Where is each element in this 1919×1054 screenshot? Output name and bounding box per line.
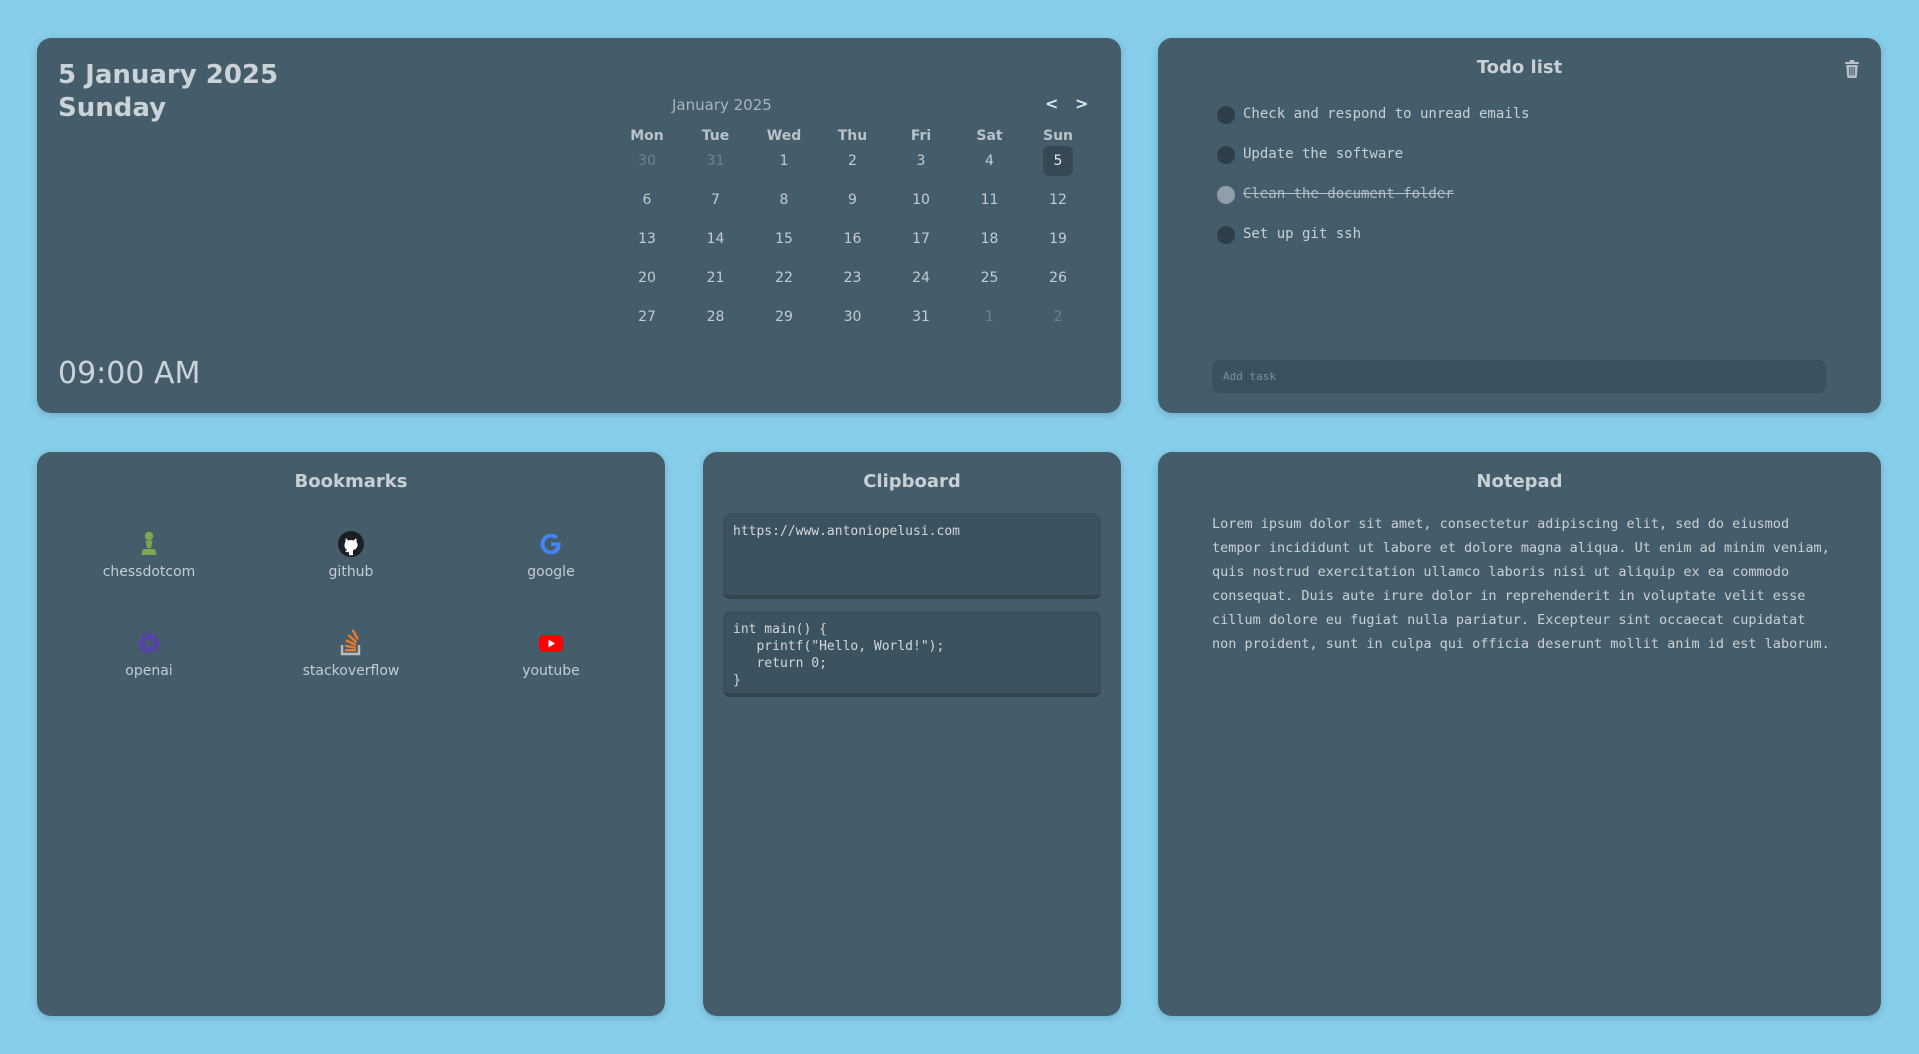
current-date: 5 January 2025	[58, 60, 279, 90]
calendar-weekday-header: Mon	[630, 128, 664, 144]
todo-item-text: Set up git ssh	[1243, 226, 1362, 242]
bookmark-label: youtube	[522, 663, 580, 679]
todo-checkbox[interactable]	[1217, 106, 1235, 124]
calendar-day[interactable]: 27	[627, 302, 667, 332]
calendar-day[interactable]: 30	[833, 302, 873, 332]
todo-title: Todo list	[1476, 57, 1563, 78]
date-calendar-panel: 5 January 2025 Sunday 09:00 AM January 2…	[37, 38, 1121, 413]
github-icon	[338, 531, 364, 557]
youtube-icon	[539, 635, 563, 652]
calendar-day[interactable]: 26	[1038, 263, 1078, 293]
calendar-day[interactable]: 6	[627, 185, 667, 215]
calendar-day[interactable]: 20	[627, 263, 667, 293]
calendar-day[interactable]: 31	[901, 302, 941, 332]
todo-item-text: Clean the document folder	[1243, 186, 1454, 202]
calendar-day[interactable]: 25	[970, 263, 1010, 293]
calendar-weekday-header: Tue	[701, 128, 730, 144]
calendar-weekday-header: Sat	[976, 128, 1003, 144]
openai-icon	[138, 632, 160, 654]
calendar-month-label: January 2025	[672, 96, 772, 114]
bookmark-label: github	[328, 564, 374, 580]
bookmark-label: openai	[125, 663, 173, 679]
calendar-day[interactable]: 11	[970, 185, 1010, 215]
todo-item-text: Update the software	[1243, 146, 1404, 162]
notepad-title: Notepad	[1476, 471, 1563, 492]
todo-checkbox[interactable]	[1217, 186, 1235, 204]
calendar-day[interactable]: 12	[1038, 185, 1078, 215]
calendar-day[interactable]: 15	[764, 224, 804, 254]
calendar-day[interactable]: 31	[696, 146, 736, 176]
calendar-day[interactable]: 28	[696, 302, 736, 332]
todo-checkbox[interactable]	[1217, 146, 1235, 164]
trash-icon[interactable]	[1845, 60, 1859, 78]
calendar-day[interactable]: 24	[901, 263, 941, 293]
calendar-day[interactable]: 2	[1038, 302, 1078, 332]
calendar-day[interactable]: 30	[627, 146, 667, 176]
bookmark-google[interactable]: google	[461, 530, 641, 580]
clipboard-title: Clipboard	[863, 471, 961, 492]
chess-pawn-icon	[141, 531, 157, 555]
current-weekday: Sunday	[58, 93, 167, 123]
calendar-day[interactable]: 8	[764, 185, 804, 215]
calendar-next-button[interactable]: >	[1075, 94, 1088, 113]
calendar-day[interactable]: 2	[833, 146, 873, 176]
calendar-day[interactable]: 22	[764, 263, 804, 293]
current-time: 09:00 AM	[58, 356, 201, 391]
clipboard-item[interactable]: int main() { printf("Hello, World!"); re…	[723, 611, 1101, 697]
calendar-weekday-header: Sun	[1042, 128, 1074, 144]
google-icon	[540, 533, 561, 555]
calendar: January 2025 < > Mon Tue Wed Thu Fri Sat Sun 30…	[627, 94, 1109, 325]
calendar-day[interactable]: 18	[970, 224, 1010, 254]
calendar-prev-button[interactable]: <	[1045, 94, 1058, 113]
bookmarks-title: Bookmarks	[294, 471, 408, 492]
notepad-panel: Notepad Lorem ipsum dolor sit amet, cons…	[1158, 452, 1881, 1016]
clipboard-item[interactable]: https://www.antoniopelusi.com	[723, 513, 1101, 599]
calendar-day[interactable]: 1	[970, 302, 1010, 332]
todo-item-text: Check and respond to unread emails	[1243, 106, 1530, 122]
bookmark-github[interactable]: github	[261, 530, 441, 580]
calendar-day-today[interactable]: 5	[1043, 146, 1073, 176]
bookmark-stackoverflow[interactable]: stackoverflow	[261, 629, 441, 679]
calendar-weekday-header: Wed	[766, 128, 802, 144]
todo-panel: Todo list Check and respond to unread em…	[1158, 38, 1881, 413]
bookmark-label: google	[527, 564, 575, 580]
clipboard-panel: Clipboard https://www.antoniopelusi.com …	[703, 452, 1121, 1016]
calendar-day[interactable]: 4	[970, 146, 1010, 176]
calendar-day[interactable]: 1	[764, 146, 804, 176]
calendar-day[interactable]: 10	[901, 185, 941, 215]
bookmark-openai[interactable]: openai	[59, 629, 239, 679]
calendar-day[interactable]: 23	[833, 263, 873, 293]
stackoverflow-icon	[340, 629, 361, 656]
calendar-weekday-header: Fri	[910, 128, 932, 144]
todo-checkbox[interactable]	[1217, 226, 1235, 244]
bookmark-label: stackoverflow	[302, 663, 400, 679]
calendar-day[interactable]: 17	[901, 224, 941, 254]
notepad-textarea[interactable]: Lorem ipsum dolor sit amet, consectetur …	[1212, 512, 1837, 656]
calendar-day[interactable]: 29	[764, 302, 804, 332]
calendar-day[interactable]: 7	[696, 185, 736, 215]
bookmarks-panel: Bookmarks chessdotcom github google open…	[37, 452, 665, 1016]
calendar-day[interactable]: 14	[696, 224, 736, 254]
calendar-header: January 2025 < >	[627, 94, 1109, 118]
calendar-day[interactable]: 19	[1038, 224, 1078, 254]
calendar-day[interactable]: 9	[833, 185, 873, 215]
calendar-day[interactable]: 13	[627, 224, 667, 254]
bookmark-chessdotcom[interactable]: chessdotcom	[59, 530, 239, 580]
bookmark-youtube[interactable]: youtube	[461, 629, 641, 679]
calendar-day[interactable]: 3	[901, 146, 941, 176]
calendar-weekday-header: Thu	[837, 128, 868, 144]
calendar-day[interactable]: 16	[833, 224, 873, 254]
calendar-day[interactable]: 21	[696, 263, 736, 293]
bookmark-label: chessdotcom	[102, 564, 196, 580]
add-task-input[interactable]	[1212, 360, 1826, 393]
